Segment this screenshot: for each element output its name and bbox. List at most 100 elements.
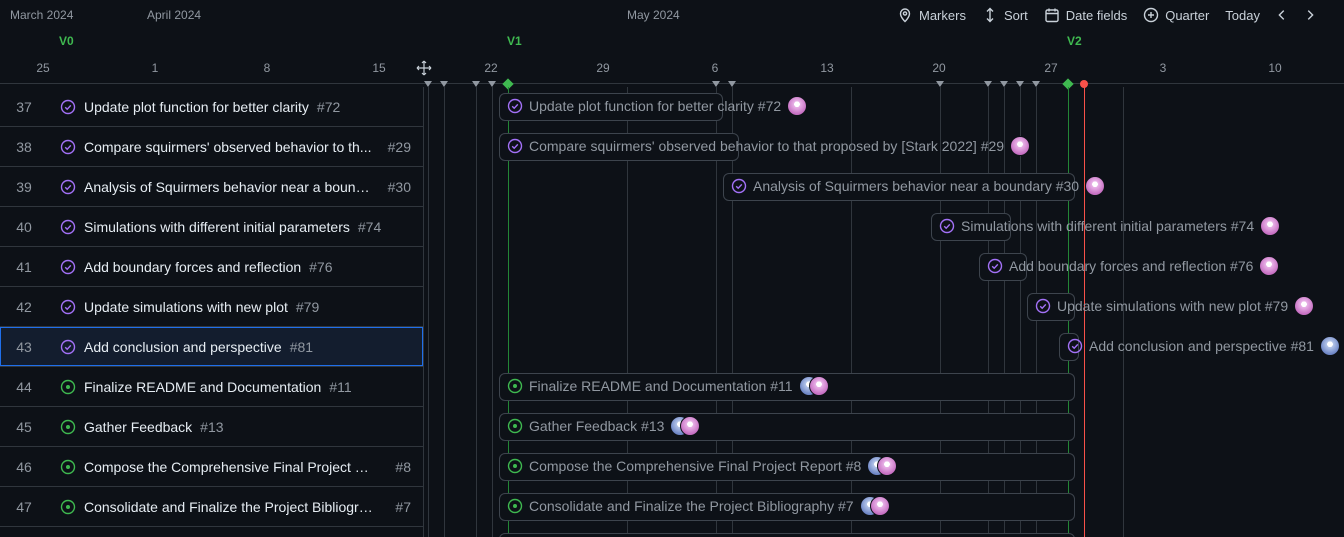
bar-label: Add boundary forces and reflection #76	[987, 256, 1280, 276]
issue-title[interactable]: Simulations with different initial param…	[84, 219, 350, 235]
issue-open-icon	[507, 458, 523, 474]
issue-closed-icon	[507, 138, 523, 154]
row-number: 41	[16, 258, 32, 275]
chevron-left-icon	[1278, 10, 1285, 20]
previous-button[interactable]	[1268, 4, 1296, 26]
table-row[interactable]: 47 Consolidate and Finalize the Project …	[0, 487, 423, 527]
date-marker-line	[476, 87, 477, 537]
issue-number: #72	[316, 98, 341, 115]
row-number: 37	[16, 98, 32, 115]
issue-title[interactable]: Analysis of Squirmers behavior near a bo…	[84, 179, 374, 195]
bar-title: Compare squirmers' observed behavior to …	[529, 138, 1005, 154]
issue-open-icon	[60, 419, 76, 434]
markers-button[interactable]: Markers	[889, 4, 974, 26]
avatar-stack[interactable]	[798, 376, 829, 396]
day-label: 27	[1044, 61, 1058, 75]
day-label: 20	[932, 61, 946, 75]
zoom-button[interactable]: Quarter	[1135, 4, 1217, 26]
avatar[interactable]	[1260, 216, 1281, 236]
issue-closed-icon	[60, 339, 76, 354]
table-row[interactable]: 38 Compare squirmers' observed behavior …	[0, 127, 423, 167]
issue-number: #7	[395, 498, 411, 515]
table-row-selected[interactable]: 43 Add conclusion and perspective #81	[0, 327, 423, 367]
avatar	[680, 416, 701, 436]
issue-title[interactable]: Add boundary forces and reflection	[84, 259, 301, 275]
milestone-v1[interactable]: V1	[507, 34, 522, 48]
issue-title[interactable]: Update simulations with new plot	[84, 299, 288, 315]
table-row[interactable]: 42 Update simulations with new plot #79	[0, 287, 423, 327]
bar-title: Compose the Comprehensive Final Project …	[529, 458, 862, 474]
date-fields-label: Date fields	[1065, 7, 1128, 23]
today-button[interactable]: Today	[1217, 4, 1268, 26]
table-row[interactable]: 41 Add boundary forces and reflection #7…	[0, 247, 423, 287]
row-number: 44	[16, 378, 32, 395]
bar-title: Finalize README and Documentation #11	[529, 378, 793, 394]
day-label: 22	[484, 61, 498, 75]
location-pin-icon	[899, 8, 911, 23]
timeline-header: March 2024 April 2024 May 2024 Markers S…	[0, 0, 1344, 90]
issue-closed-icon	[1035, 298, 1051, 314]
issue-title[interactable]: Update plot function for better clarity	[84, 99, 309, 115]
avatar[interactable]	[787, 96, 808, 116]
issue-closed-icon	[987, 258, 1003, 274]
table-row[interactable]: 44 Finalize README and Documentation #11	[0, 367, 423, 407]
issue-open-icon	[507, 378, 523, 394]
issue-number: #8	[395, 458, 411, 475]
issue-open-icon	[507, 498, 523, 514]
row-number: 42	[16, 298, 32, 315]
timeline-bar[interactable]	[499, 533, 1075, 537]
issue-open-icon	[507, 418, 523, 434]
bar-label: Update simulations with new plot #79	[1035, 296, 1315, 316]
next-button[interactable]	[1296, 4, 1324, 26]
issue-title[interactable]: Add conclusion and perspective	[84, 339, 282, 355]
issue-title[interactable]: Gather Feedback	[84, 419, 192, 435]
avatar-stack[interactable]	[867, 456, 898, 476]
today-label: Today	[1225, 7, 1260, 23]
bar-title: Update simulations with new plot #79	[1057, 298, 1289, 314]
milestone-v2[interactable]: V2	[1067, 34, 1082, 48]
month-label-march: March 2024	[10, 8, 74, 22]
date-fields-button[interactable]: Date fields	[1036, 4, 1135, 26]
month-label-may: May 2024	[627, 8, 680, 22]
bar-label: Compose the Comprehensive Final Project …	[507, 456, 898, 476]
bar-title: Gather Feedback #13	[529, 418, 665, 434]
resize-handle-icon[interactable]	[416, 60, 432, 76]
avatar	[877, 456, 898, 476]
avatar[interactable]	[1294, 296, 1315, 316]
issue-closed-icon	[60, 259, 76, 274]
avatar[interactable]	[1010, 136, 1031, 156]
avatar[interactable]	[1319, 336, 1340, 356]
bar-label: Finalize README and Documentation #11	[507, 376, 829, 396]
issue-title[interactable]: Consolidate and Finalize the Project Bib…	[84, 499, 374, 515]
avatar-stack[interactable]	[670, 416, 701, 436]
month-label-april: April 2024	[147, 8, 202, 22]
issue-number: #30	[387, 178, 411, 195]
milestone-v0[interactable]: V0	[59, 34, 74, 48]
issue-open-icon	[60, 499, 76, 514]
zoom-plus-icon	[1144, 7, 1159, 23]
table-row[interactable]: 46 Compose the Comprehensive Final Proje…	[0, 447, 423, 487]
bar-title: Consolidate and Finalize the Project Bib…	[529, 498, 854, 514]
sort-button[interactable]: Sort	[974, 4, 1036, 26]
table-row[interactable]: 37 Update plot function for better clari…	[0, 87, 423, 127]
day-label: 13	[820, 61, 834, 75]
table-row[interactable]: 40 Simulations with different initial pa…	[0, 207, 423, 247]
issue-number: #76	[309, 258, 333, 275]
avatar[interactable]	[1259, 256, 1280, 276]
avatar	[808, 376, 829, 396]
table-row[interactable]: 39 Analysis of Squirmers behavior near a…	[0, 167, 423, 207]
issue-number: #11	[329, 378, 352, 395]
issue-title[interactable]: Compose the Comprehensive Final Project …	[84, 459, 374, 475]
day-label: 3	[1159, 61, 1167, 75]
issue-title[interactable]: Finalize README and Documentation	[84, 379, 321, 395]
issue-closed-icon	[939, 218, 955, 234]
issue-open-icon	[60, 459, 76, 474]
chevron-right-icon	[1307, 10, 1314, 20]
avatar[interactable]	[1085, 176, 1106, 196]
calendar-icon	[1045, 8, 1059, 23]
timeline-chart[interactable]: Update plot function for better clarity …	[425, 87, 1344, 537]
issue-closed-icon	[60, 219, 76, 234]
table-row[interactable]: 45 Gather Feedback #13	[0, 407, 423, 447]
avatar-stack[interactable]	[859, 496, 890, 516]
issue-title[interactable]: Compare squirmers' observed behavior to …	[84, 139, 374, 155]
